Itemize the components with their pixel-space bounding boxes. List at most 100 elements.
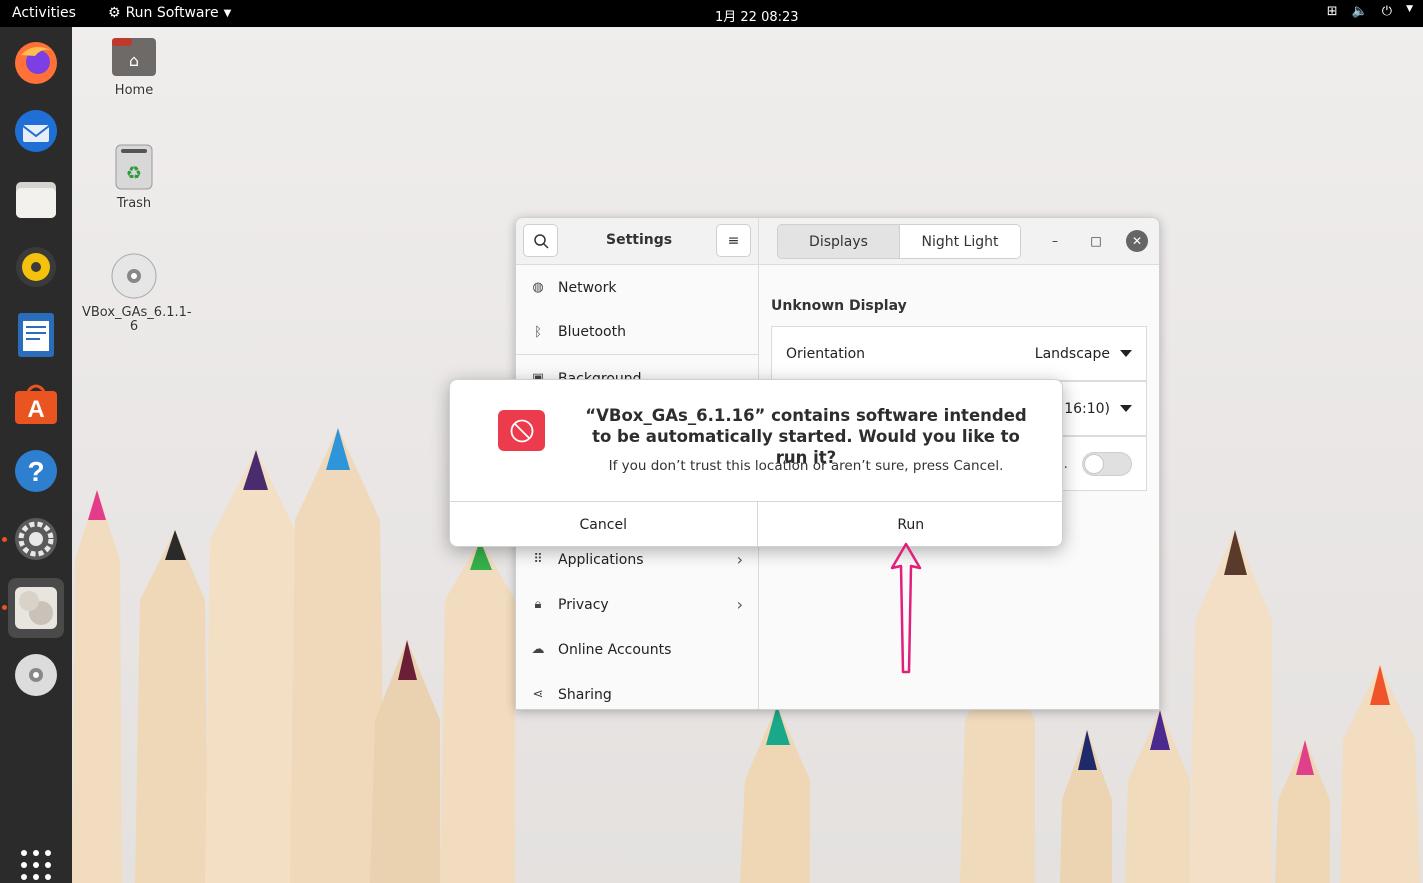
chevron-down-icon: ▼ <box>223 7 232 19</box>
activities-button[interactable]: Activities <box>12 5 76 21</box>
orientation-value: Landscape <box>1034 345 1110 362</box>
resolution-value: 16:10) <box>1064 400 1110 417</box>
help-launcher[interactable]: ? <box>8 443 64 499</box>
system-tray[interactable]: ⊞ 🔈 ⏻ ▼ <box>1327 4 1413 19</box>
show-applications-icon <box>21 850 51 880</box>
svg-text:⌂: ⌂ <box>129 51 139 70</box>
home-label: Home <box>114 83 154 98</box>
run-software-icon: ⚙ <box>108 5 121 21</box>
sidebar-item-network[interactable]: ◍ Network <box>516 265 759 310</box>
network-icon: ⊞ <box>1326 4 1338 19</box>
trash-label: Trash <box>116 196 152 211</box>
sidebar-item-label: Privacy <box>558 596 609 613</box>
firefox-launcher[interactable] <box>8 35 64 91</box>
fractional-scaling-toggle[interactable] <box>1082 451 1132 476</box>
show-applications-button[interactable] <box>8 837 64 883</box>
tab-displays[interactable]: Displays <box>778 225 899 258</box>
menu-button[interactable]: ≡ <box>716 224 751 257</box>
rhythmbox-launcher[interactable] <box>8 239 64 295</box>
thunderbird-launcher[interactable] <box>8 103 64 159</box>
sidebar-item-sharing[interactable]: ⋖ Sharing <box>516 672 759 709</box>
clock[interactable]: 1月 22 08:23 <box>715 6 799 25</box>
close-icon: ✕ <box>1131 234 1143 248</box>
search-button[interactable] <box>523 224 558 257</box>
desktop-home-folder[interactable]: ⌂ Home <box>74 36 194 98</box>
ubuntu-software-launcher[interactable]: A <box>8 375 64 431</box>
optical-disc-icon <box>111 253 157 299</box>
maximize-button[interactable]: □ <box>1085 230 1107 252</box>
sidebar-item-label: Online Accounts <box>558 641 672 658</box>
minimize-icon: – <box>1052 234 1058 248</box>
settings-title: Settings <box>606 232 673 248</box>
warning-badge <box>498 410 545 451</box>
dialog-buttons: Cancel Run <box>450 501 1062 546</box>
top-bar: Activities ⚙ Run Software ▼ 1月 22 08:23 … <box>0 0 1423 27</box>
dock: A ? <box>0 27 72 883</box>
orientation-label: Orientation <box>786 345 866 362</box>
cloud-icon: ☁ <box>531 642 545 657</box>
software-updater-launcher[interactable] <box>8 578 64 638</box>
disc-label: VBox_GAs_6.1.1-6 <box>82 305 192 335</box>
settings-launcher[interactable] <box>8 511 64 567</box>
desktop-trash[interactable]: ♻ Trash <box>74 143 194 211</box>
libreoffice-writer-icon <box>18 313 54 357</box>
autorun-dialog: “VBox_GAs_6.1.16” contains software inte… <box>449 379 1063 547</box>
display-name: Unknown Display <box>771 298 907 314</box>
lock-icon: 🔒︎ <box>534 597 542 612</box>
files-launcher[interactable] <box>8 171 64 227</box>
maximize-icon: □ <box>1090 234 1102 248</box>
optical-disc-launcher[interactable] <box>8 647 64 703</box>
bluetooth-icon: ᛒ <box>534 324 542 340</box>
volume-icon: 🔈 <box>1351 4 1368 19</box>
home-folder-icon: ⌂ <box>112 38 156 76</box>
globe-icon: ◍ <box>532 280 544 295</box>
trash-icon: ♻ <box>115 144 153 190</box>
hamburger-icon: ≡ <box>727 232 740 249</box>
sidebar-item-label: Bluetooth <box>558 324 626 340</box>
prohibited-icon <box>510 419 533 442</box>
orientation-row[interactable]: Orientation Landscape <box>771 326 1147 381</box>
dropdown-arrow-icon <box>1120 405 1132 412</box>
dialog-subtitle: If you don’t trust this location or aren… <box>608 458 1004 474</box>
sidebar-item-privacy[interactable]: 🔒︎ Privacy › <box>516 582 759 627</box>
apps-grid-icon: ⠿ <box>533 552 543 567</box>
minimize-button[interactable]: – <box>1044 230 1066 252</box>
sidebar-item-bluetooth[interactable]: ᛒ Bluetooth <box>516 310 759 355</box>
cancel-button[interactable]: Cancel <box>450 502 757 546</box>
close-button[interactable]: ✕ <box>1126 230 1148 252</box>
dropdown-arrow-icon <box>1120 350 1132 357</box>
thunderbird-icon <box>15 110 57 152</box>
help-icon: ? <box>15 450 57 492</box>
svg-text:♻: ♻ <box>126 163 142 184</box>
desktop-vbox-disc[interactable]: VBox_GAs_6.1.1-6 <box>74 252 194 335</box>
orientation-dropdown[interactable]: Landscape <box>1035 346 1132 362</box>
main-header: Displays Night Light – □ ✕ <box>759 218 1159 265</box>
display-tabs: Displays Night Light <box>777 224 1021 259</box>
sidebar-header: Settings ≡ <box>516 218 758 265</box>
chevron-down-icon: ▼ <box>1406 4 1413 14</box>
software-updater-icon <box>15 587 57 629</box>
sidebar-item-label: Network <box>558 279 617 296</box>
power-icon: ⏻ <box>1381 4 1393 19</box>
app-menu-label: Run Software <box>125 5 219 21</box>
chevron-right-icon: › <box>736 550 743 569</box>
optical-disc-icon <box>15 654 57 696</box>
resolution-dropdown[interactable]: 16:10) <box>1064 401 1132 417</box>
annotation-arrow-icon <box>890 542 922 674</box>
svg-text:A: A <box>27 396 44 423</box>
libreoffice-writer-launcher[interactable] <box>8 307 64 363</box>
sidebar-item-label: Applications <box>558 551 644 568</box>
search-icon <box>533 233 549 249</box>
sidebar-item-label: Sharing <box>558 686 612 703</box>
toggle-knob <box>1084 453 1104 474</box>
firefox-icon <box>15 42 57 84</box>
tab-night-light[interactable]: Night Light <box>899 225 1020 258</box>
running-indicator <box>2 537 7 542</box>
chevron-right-icon: › <box>736 595 743 614</box>
files-icon <box>16 182 56 218</box>
sidebar-item-online-accounts[interactable]: ☁ Online Accounts <box>516 627 759 672</box>
settings-icon <box>15 518 57 560</box>
app-menu[interactable]: ⚙ Run Software ▼ <box>108 5 231 21</box>
ubuntu-software-icon: A <box>15 384 57 424</box>
share-icon: ⋖ <box>532 687 544 702</box>
